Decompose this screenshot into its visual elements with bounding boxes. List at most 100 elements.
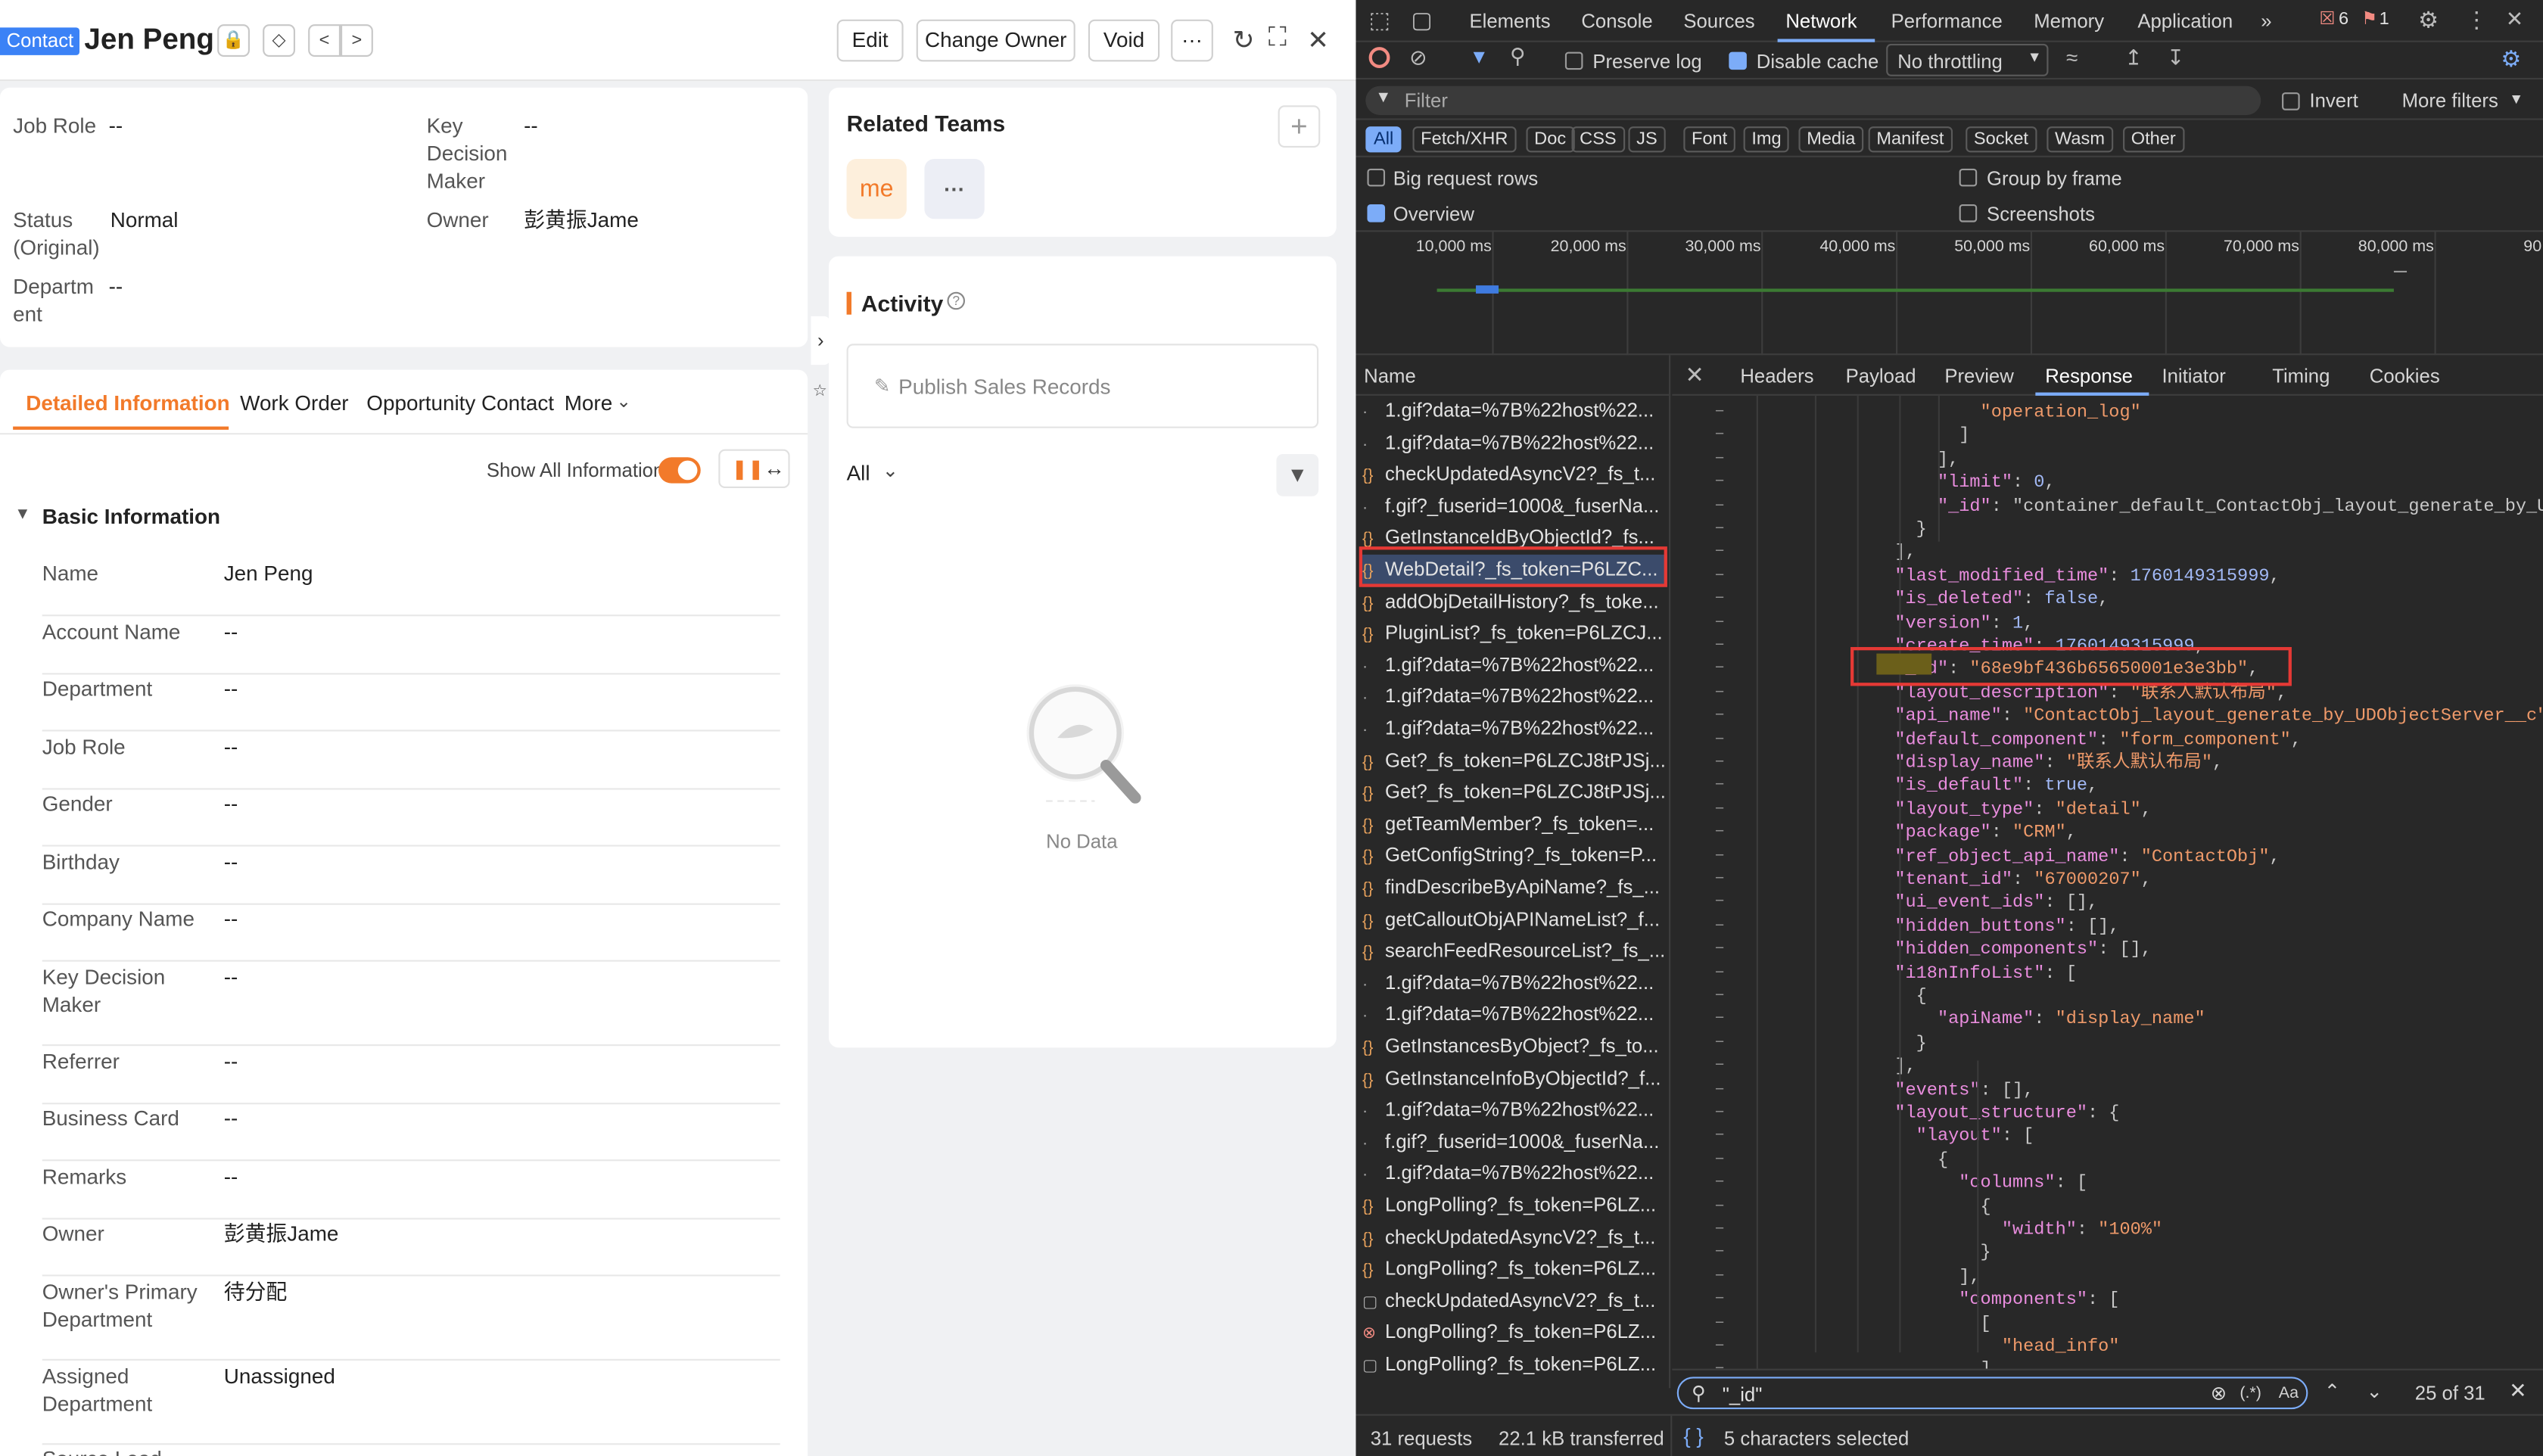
chevron-right-icon[interactable]: › bbox=[811, 316, 831, 366]
timeline-overview[interactable]: 10,000 ms 20,000 ms 30,000 ms 40,000 ms 50,0… bbox=[1356, 232, 2543, 356]
group-frame-checkbox[interactable] bbox=[1959, 168, 1978, 187]
tab-memory[interactable]: Memory bbox=[2034, 10, 2104, 33]
more-members-button[interactable]: ··· bbox=[924, 159, 985, 219]
type-filter-doc[interactable]: Doc bbox=[1526, 126, 1574, 153]
error-icon[interactable]: ☒ bbox=[2319, 8, 2335, 30]
screenshots-checkbox[interactable] bbox=[1959, 204, 1978, 222]
request-row[interactable]: · 1.gif?data=%7B%22host%22... bbox=[1362, 1000, 1667, 1031]
tab-headers[interactable]: Headers bbox=[1740, 365, 1813, 387]
request-row[interactable]: {} getTeamMember?_fs_token=... bbox=[1362, 809, 1667, 841]
publish-sales-records-input[interactable]: ✎ Publish Sales Records bbox=[846, 344, 1319, 428]
type-filter-js[interactable]: JS bbox=[1628, 126, 1666, 153]
request-row[interactable]: · 1.gif?data=%7B%22host%22... bbox=[1362, 1159, 1667, 1190]
request-row[interactable]: · 1.gif?data=%7B%22host%22... bbox=[1362, 650, 1667, 682]
inspect-element-icon[interactable]: ⬚ bbox=[1369, 7, 1390, 34]
show-all-toggle[interactable] bbox=[658, 457, 701, 484]
type-filter-img[interactable]: Img bbox=[1743, 126, 1790, 153]
prev-record-button[interactable]: < bbox=[308, 24, 341, 58]
request-row[interactable]: {} checkUpdatedAsyncV2?_fs_t... bbox=[1362, 1222, 1667, 1254]
tag-icon[interactable]: ◇ bbox=[263, 24, 296, 58]
match-case-toggle[interactable]: Aa bbox=[2279, 1385, 2299, 1403]
refresh-icon[interactable]: ↻ bbox=[1233, 24, 1255, 57]
request-row[interactable]: · f.gif?_fuserid=1000&_fuserNa... bbox=[1362, 1127, 1667, 1159]
request-row[interactable]: {} Get?_fs_token=P6LZCJ8tPJSj... bbox=[1362, 777, 1667, 809]
clear-icon[interactable]: ⊘ bbox=[1409, 45, 1427, 71]
more-filters-button[interactable]: More filters bbox=[2402, 89, 2498, 112]
edit-button[interactable]: Edit bbox=[836, 19, 904, 62]
response-viewer[interactable]: – "operation_log" – ] – ], – "limit": 0, – "… bbox=[1672, 395, 2543, 1369]
pin-icon[interactable]: ☆ bbox=[813, 383, 827, 401]
activity-filter-select[interactable]: All bbox=[847, 461, 870, 485]
invert-checkbox[interactable] bbox=[2282, 92, 2300, 110]
tab-payload[interactable]: Payload bbox=[1846, 365, 1916, 387]
network-conditions-icon[interactable]: ≈ bbox=[2066, 45, 2078, 70]
request-row[interactable]: {} getCalloutObjAPINameList?_f... bbox=[1362, 904, 1667, 936]
type-filter-font[interactable]: Font bbox=[1683, 126, 1735, 153]
tab-elements[interactable]: Elements bbox=[1469, 10, 1550, 33]
type-filter-all[interactable]: All bbox=[1365, 126, 1402, 153]
void-button[interactable]: Void bbox=[1088, 19, 1160, 62]
request-row[interactable]: ▢ checkUpdatedAsyncV2?_fs_t... bbox=[1362, 1286, 1667, 1318]
previous-match-icon[interactable]: ⌃ bbox=[2324, 1380, 2341, 1403]
close-search-icon[interactable]: ✕ bbox=[2509, 1378, 2526, 1404]
help-icon[interactable]: ? bbox=[947, 291, 966, 310]
regex-toggle[interactable]: (.*) bbox=[2240, 1385, 2261, 1403]
next-record-button[interactable]: > bbox=[341, 24, 373, 58]
type-filter-wasm[interactable]: Wasm bbox=[2047, 126, 2113, 153]
type-filter-media[interactable]: Media bbox=[1798, 126, 1864, 153]
request-row[interactable]: {} GetConfigString?_fs_token=P... bbox=[1362, 841, 1667, 873]
tab-console[interactable]: Console bbox=[1581, 10, 1652, 33]
request-row[interactable]: · 1.gif?data=%7B%22host%22... bbox=[1362, 396, 1667, 428]
filter-input[interactable]: ▼ Filter bbox=[1365, 86, 2261, 116]
close-devtools-icon[interactable]: ✕ bbox=[2506, 7, 2523, 33]
record-icon[interactable] bbox=[1368, 47, 1390, 69]
tab-initiator[interactable]: Initiator bbox=[2162, 365, 2225, 387]
request-row[interactable]: · 1.gif?data=%7B%22host%22... bbox=[1362, 1095, 1667, 1127]
change-owner-button[interactable]: Change Owner bbox=[916, 19, 1075, 62]
request-row[interactable]: {} PluginList?_fs_token=P6LZCJ... bbox=[1362, 618, 1667, 650]
tab-more[interactable]: More bbox=[565, 390, 612, 415]
warning-icon[interactable]: ⚑ bbox=[2361, 8, 2377, 30]
network-settings-icon[interactable]: ⚙ bbox=[2501, 45, 2521, 73]
tab-detailed-information[interactable]: Detailed Information bbox=[26, 390, 229, 415]
disable-cache-checkbox[interactable] bbox=[1729, 51, 1747, 70]
request-row[interactable]: · 1.gif?data=%7B%22host%22... bbox=[1362, 714, 1667, 745]
request-row[interactable]: ▢ LongPolling?_fs_token=P6LZ... bbox=[1362, 1349, 1667, 1381]
request-row[interactable]: {} GetInstancesByObject?_fs_to... bbox=[1362, 1031, 1667, 1063]
type-filter-css[interactable]: CSS bbox=[1571, 126, 1625, 153]
tab-network[interactable]: Network bbox=[1785, 10, 1857, 33]
type-filter-fetchxhr[interactable]: Fetch/XHR bbox=[1412, 126, 1517, 153]
request-row[interactable]: {} addObjDetailHistory?_fs_toke... bbox=[1362, 586, 1667, 618]
request-row[interactable]: {} LongPolling?_fs_token=P6LZ... bbox=[1362, 1190, 1667, 1222]
request-row[interactable]: · 1.gif?data=%7B%22host%22... bbox=[1362, 968, 1667, 1000]
overview-checkbox[interactable] bbox=[1367, 204, 1386, 222]
pretty-print-icon[interactable]: { } bbox=[1683, 1423, 1703, 1448]
type-filter-manifest[interactable]: Manifest bbox=[1868, 126, 1953, 153]
kebab-menu-icon[interactable]: ⋮ bbox=[2465, 7, 2488, 34]
tab-performance[interactable]: Performance bbox=[1891, 10, 2003, 33]
tab-cookies[interactable]: Cookies bbox=[2370, 365, 2440, 387]
name-column-header[interactable]: Name bbox=[1356, 355, 1671, 396]
big-rows-checkbox[interactable] bbox=[1367, 168, 1386, 187]
avatar[interactable]: me bbox=[846, 159, 907, 219]
device-toolbar-icon[interactable]: ▢ bbox=[1411, 7, 1432, 34]
collapse-section-icon[interactable]: ▼ bbox=[14, 506, 30, 524]
tab-work-order[interactable]: Work Order bbox=[240, 390, 348, 415]
request-row[interactable]: · f.gif?_fuserid=1000&_fuserNa... bbox=[1362, 491, 1667, 523]
request-row[interactable]: {} Get?_fs_token=P6LZCJ8tPJSj... bbox=[1362, 745, 1667, 777]
close-icon[interactable]: ✕ bbox=[1307, 24, 1329, 57]
close-detail-icon[interactable]: ✕ bbox=[1685, 362, 1704, 389]
type-filter-other[interactable]: Other bbox=[2123, 126, 2184, 153]
throttling-select[interactable]: No throttling ▼ bbox=[1886, 43, 2049, 76]
expand-width-icon[interactable]: ↔ bbox=[764, 456, 785, 480]
preserve-log-checkbox[interactable] bbox=[1564, 51, 1583, 70]
more-tabs-icon[interactable]: » bbox=[2261, 10, 2271, 33]
lock-icon[interactable]: 🔒 bbox=[217, 24, 251, 58]
request-row[interactable]: · 1.gif?data=%7B%22host%22... bbox=[1362, 682, 1667, 714]
download-icon[interactable]: ↧ bbox=[2167, 45, 2184, 71]
response-search-input[interactable]: ⚲ "_id" ⊗ (.*) Aa bbox=[1676, 1377, 2308, 1410]
request-row[interactable]: {} GetInstanceInfoByObjectId?_f... bbox=[1362, 1063, 1667, 1095]
request-row[interactable]: · 1.gif?data=%7B%22host%22... bbox=[1362, 428, 1667, 459]
tab-preview[interactable]: Preview bbox=[1944, 365, 2013, 387]
tab-response[interactable]: Response bbox=[2045, 365, 2133, 387]
